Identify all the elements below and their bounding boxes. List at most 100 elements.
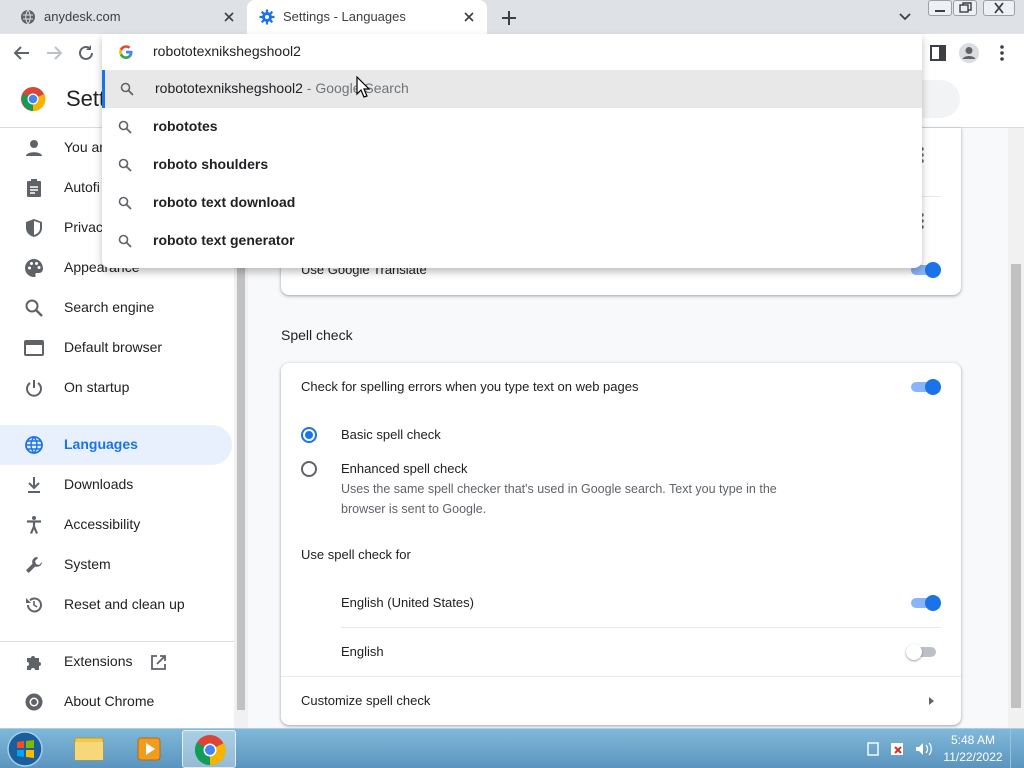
sidebar-item-label: Privac bbox=[64, 219, 103, 235]
sidebar-item-accessibility[interactable]: Accessibility bbox=[0, 505, 232, 545]
enhanced-spell-check-desc: browser is sent to Google. bbox=[341, 502, 487, 516]
search-icon bbox=[25, 299, 43, 317]
omnibox-suggestion[interactable]: roboto text download bbox=[102, 184, 922, 222]
taskbar-file-explorer[interactable] bbox=[62, 730, 116, 768]
sidebar-item-label: Accessibility bbox=[64, 516, 141, 532]
spell-check-label: Check for spelling errors when you type … bbox=[301, 379, 639, 394]
side-panel-icon[interactable] bbox=[927, 42, 949, 64]
basic-spell-check-label: Basic spell check bbox=[341, 427, 441, 442]
system-tray-icons[interactable] bbox=[866, 740, 936, 758]
omnibox-suggestion[interactable]: robototexnikshegshool2 - Google Search bbox=[102, 70, 922, 108]
search-icon bbox=[118, 234, 132, 248]
sidebar-item-label: About Chrome bbox=[64, 693, 155, 709]
language-english-toggle[interactable] bbox=[906, 644, 938, 660]
sidebar-item-search-engine[interactable]: Search engine bbox=[0, 288, 232, 328]
mouse-cursor-icon bbox=[356, 76, 370, 98]
sidebar-item-label: Languages bbox=[64, 436, 138, 452]
sidebar-item-label: System bbox=[64, 556, 111, 572]
clock-date[interactable]: 11/22/2022 bbox=[940, 750, 1006, 764]
taskbar-media-player[interactable] bbox=[122, 730, 176, 768]
tab-title: anydesk.com bbox=[44, 9, 121, 24]
sidebar-item-extensions[interactable]: Extensions bbox=[0, 642, 232, 682]
divider bbox=[341, 627, 941, 628]
open-in-new-icon bbox=[151, 655, 166, 670]
divider bbox=[281, 676, 961, 677]
sidebar-item-system[interactable]: System bbox=[0, 545, 232, 585]
forward-arrow-icon[interactable] bbox=[43, 42, 65, 64]
chevron-down-icon[interactable] bbox=[896, 9, 914, 25]
folder-icon bbox=[74, 737, 104, 761]
accessibility-icon bbox=[27, 516, 41, 534]
minimize-button[interactable] bbox=[928, 0, 952, 16]
sidebar-item-label: Default browser bbox=[64, 339, 163, 355]
google-g-icon bbox=[119, 45, 133, 59]
sidebar-item-about-chrome[interactable]: About Chrome bbox=[0, 682, 232, 722]
clipboard-icon bbox=[27, 179, 41, 197]
sidebar-item-label: Search engine bbox=[64, 299, 155, 315]
suggestion-text: robototexnikshegshool2 - Google Search bbox=[155, 80, 409, 96]
new-tab-icon[interactable] bbox=[498, 7, 520, 29]
start-button[interactable] bbox=[6, 730, 44, 768]
suggestion-query: roboto text download bbox=[153, 194, 296, 210]
tab-anydesk[interactable]: anydesk.com bbox=[0, 0, 247, 34]
palette-icon bbox=[25, 259, 43, 277]
sidebar-item-label: You ar bbox=[64, 139, 104, 155]
suggestion-query: roboto shoulders bbox=[153, 156, 269, 172]
browser-icon bbox=[24, 340, 44, 356]
search-icon bbox=[118, 120, 132, 134]
window-close-button[interactable] bbox=[983, 0, 1015, 16]
close-icon[interactable] bbox=[221, 9, 237, 25]
globe-icon bbox=[25, 436, 43, 454]
sidebar-item-default-browser[interactable]: Default browser bbox=[0, 328, 232, 368]
tab-settings-languages[interactable]: Settings - Languages bbox=[247, 0, 487, 34]
tab-title: Settings - Languages bbox=[283, 9, 406, 24]
suggestion-text: roboto shoulders bbox=[153, 156, 268, 172]
sidebar-item-label: Downloads bbox=[64, 476, 134, 492]
kebab-menu-icon[interactable] bbox=[991, 42, 1013, 64]
main-scrollbar-thumb[interactable] bbox=[1011, 264, 1021, 708]
customize-spell-check-label[interactable]: Customize spell check bbox=[301, 693, 430, 708]
suggestion-query: roboto text generator bbox=[153, 232, 295, 248]
reload-icon[interactable] bbox=[75, 42, 97, 64]
use-spell-check-for-label: Use spell check for bbox=[301, 547, 411, 562]
clock-time[interactable]: 5:48 AM bbox=[950, 733, 996, 747]
suggestion-text: roboto text download bbox=[153, 194, 295, 210]
suggestion-text: robototes bbox=[153, 118, 218, 134]
chevron-right-icon[interactable] bbox=[926, 695, 936, 707]
close-icon bbox=[994, 2, 1004, 14]
taskbar-chrome[interactable] bbox=[182, 730, 236, 768]
restore-icon bbox=[959, 2, 972, 13]
language-english-us-toggle[interactable] bbox=[909, 595, 941, 611]
omnibox-input[interactable]: robototexnikshegshool2 bbox=[153, 43, 301, 59]
wrench-icon bbox=[26, 557, 42, 573]
sidebar-item-reset[interactable]: Reset and clean up bbox=[0, 585, 232, 625]
language-english-label: English bbox=[341, 644, 384, 659]
spell-check-heading: Spell check bbox=[281, 327, 353, 343]
omnibox-suggestion[interactable]: roboto shoulders bbox=[102, 146, 922, 184]
sidebar-item-label: Autofi bbox=[64, 179, 100, 195]
sidebar-item-on-startup[interactable]: On startup bbox=[0, 368, 232, 408]
close-icon[interactable] bbox=[461, 9, 477, 25]
show-desktop-button[interactable] bbox=[1010, 729, 1024, 768]
omnibox-suggestion[interactable]: robototes bbox=[102, 108, 922, 146]
sidebar-item-label: Reset and clean up bbox=[64, 596, 185, 612]
restore-button[interactable] bbox=[953, 0, 977, 16]
search-icon bbox=[118, 158, 132, 172]
basic-spell-check-radio[interactable] bbox=[301, 427, 317, 443]
enhanced-spell-check-radio[interactable] bbox=[301, 461, 317, 477]
power-icon bbox=[26, 380, 42, 397]
sidebar-item-downloads[interactable]: Downloads bbox=[0, 465, 232, 505]
reset-icon bbox=[26, 597, 42, 613]
spell-check-toggle[interactable] bbox=[909, 379, 941, 395]
suggestion-query: robototes bbox=[153, 118, 218, 134]
back-arrow-icon[interactable] bbox=[11, 42, 33, 64]
sidebar-item-label: Extensions bbox=[64, 653, 133, 669]
profile-avatar-icon[interactable] bbox=[958, 42, 980, 64]
suggestion-text: roboto text generator bbox=[153, 232, 295, 248]
sidebar-item-languages[interactable]: Languages bbox=[0, 425, 232, 465]
chrome-icon bbox=[25, 693, 43, 711]
chrome-logo-icon bbox=[21, 87, 46, 112]
shield-icon bbox=[26, 219, 42, 237]
person-icon bbox=[26, 140, 42, 156]
omnibox-suggestion[interactable]: roboto text generator bbox=[102, 222, 922, 260]
